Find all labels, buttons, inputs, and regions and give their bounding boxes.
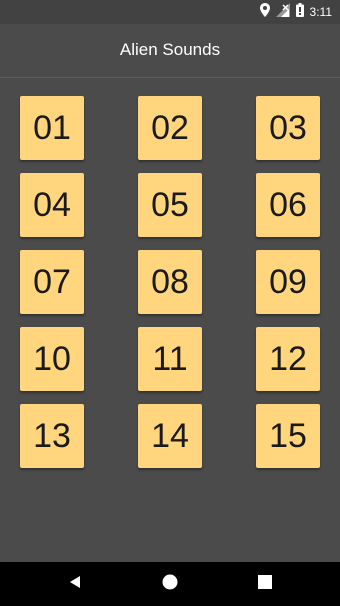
back-icon: [68, 575, 82, 594]
nav-bar: [0, 562, 340, 606]
sound-button-04[interactable]: 04: [20, 173, 84, 237]
app-bar: Alien Sounds: [0, 24, 340, 76]
no-signal-icon: [275, 2, 290, 22]
status-time: 3:11: [309, 5, 332, 19]
sound-button-05[interactable]: 05: [138, 173, 202, 237]
sound-button-01[interactable]: 01: [20, 96, 84, 160]
sound-button-12[interactable]: 12: [256, 327, 320, 391]
battery-icon: [295, 2, 304, 22]
app-bar-divider: [0, 77, 340, 78]
sound-button-02[interactable]: 02: [138, 96, 202, 160]
sound-button-15[interactable]: 15: [256, 404, 320, 468]
sound-button-14[interactable]: 14: [138, 404, 202, 468]
home-button[interactable]: [159, 573, 181, 595]
status-bar: 3:11: [0, 0, 340, 24]
sound-button-08[interactable]: 08: [138, 250, 202, 314]
recents-button[interactable]: [254, 573, 276, 595]
home-icon: [162, 574, 178, 595]
back-button[interactable]: [64, 573, 86, 595]
sound-button-09[interactable]: 09: [256, 250, 320, 314]
sound-button-11[interactable]: 11: [138, 327, 202, 391]
sound-button-13[interactable]: 13: [20, 404, 84, 468]
sound-button-03[interactable]: 03: [256, 96, 320, 160]
sound-button-10[interactable]: 10: [20, 327, 84, 391]
status-icons: 3:11: [259, 2, 332, 22]
recents-icon: [258, 574, 272, 594]
sound-button-07[interactable]: 07: [20, 250, 84, 314]
sound-button-06[interactable]: 06: [256, 173, 320, 237]
app-title: Alien Sounds: [119, 40, 221, 59]
location-icon: [259, 2, 270, 22]
